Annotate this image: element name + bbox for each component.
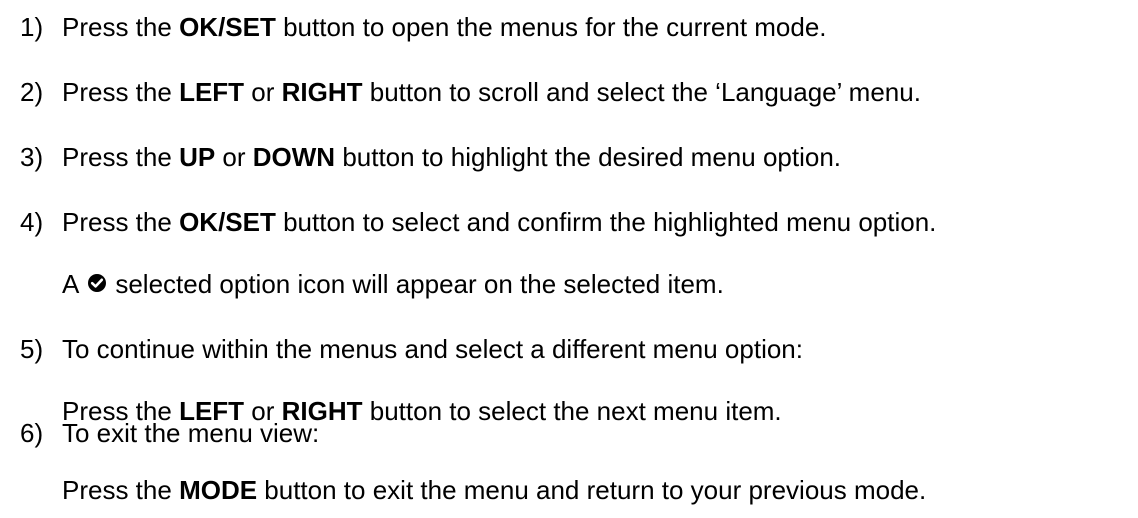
step-text: Press the OK/SET button to open the menu… bbox=[62, 9, 827, 45]
text-run: Press the bbox=[62, 77, 180, 107]
step-number: 3) bbox=[20, 142, 44, 172]
text-run: or bbox=[215, 142, 253, 172]
step-number: 1) bbox=[20, 12, 44, 42]
step-number: 5) bbox=[20, 334, 44, 364]
text-run: button to select the next menu item. bbox=[362, 396, 782, 426]
text-run: selected option icon will appear on the … bbox=[115, 269, 724, 299]
button-name: MODE bbox=[179, 475, 258, 505]
instruction-page: 1) Press the OK/SET button to open the m… bbox=[0, 0, 1138, 518]
button-name: OK/SET bbox=[179, 12, 276, 42]
step-text: Press the UP or DOWN button to highlight… bbox=[62, 139, 841, 175]
step-subtext: Press the MODE button to exit the menu a… bbox=[62, 472, 926, 508]
step-number: 6) bbox=[20, 418, 44, 448]
button-name: OK/SET bbox=[179, 207, 276, 237]
text-run: Press the bbox=[62, 142, 180, 172]
button-name: UP bbox=[179, 142, 216, 172]
text-run: Press the bbox=[62, 207, 180, 237]
button-name: LEFT bbox=[179, 77, 245, 107]
step-text: Press the OK/SET button to select and co… bbox=[62, 204, 936, 240]
step-text: To exit the menu view: bbox=[62, 418, 320, 448]
text-run: button to exit the menu and return to yo… bbox=[257, 475, 927, 505]
text-run: button to scroll and select the ‘Languag… bbox=[362, 77, 921, 107]
step-number: 4) bbox=[20, 207, 44, 237]
check-circle-icon bbox=[87, 266, 107, 302]
text-run: button to select and confirm the highlig… bbox=[275, 207, 937, 237]
text-run: Press the bbox=[62, 475, 180, 505]
button-name: DOWN bbox=[252, 142, 336, 172]
text-run: or bbox=[244, 77, 282, 107]
text-run: Press the bbox=[62, 12, 180, 42]
step-number: 2) bbox=[20, 77, 44, 107]
step-text: Press the LEFT or RIGHT button to scroll… bbox=[62, 74, 921, 110]
text-run: button to open the menus for the current… bbox=[275, 12, 827, 42]
text-run: A bbox=[62, 269, 80, 299]
button-name: RIGHT bbox=[281, 77, 363, 107]
text-run: button to highlight the desired menu opt… bbox=[335, 142, 842, 172]
step-text: To continue within the menus and select … bbox=[62, 334, 803, 364]
step-subtext: Aselected option icon will appear on the… bbox=[62, 266, 724, 302]
